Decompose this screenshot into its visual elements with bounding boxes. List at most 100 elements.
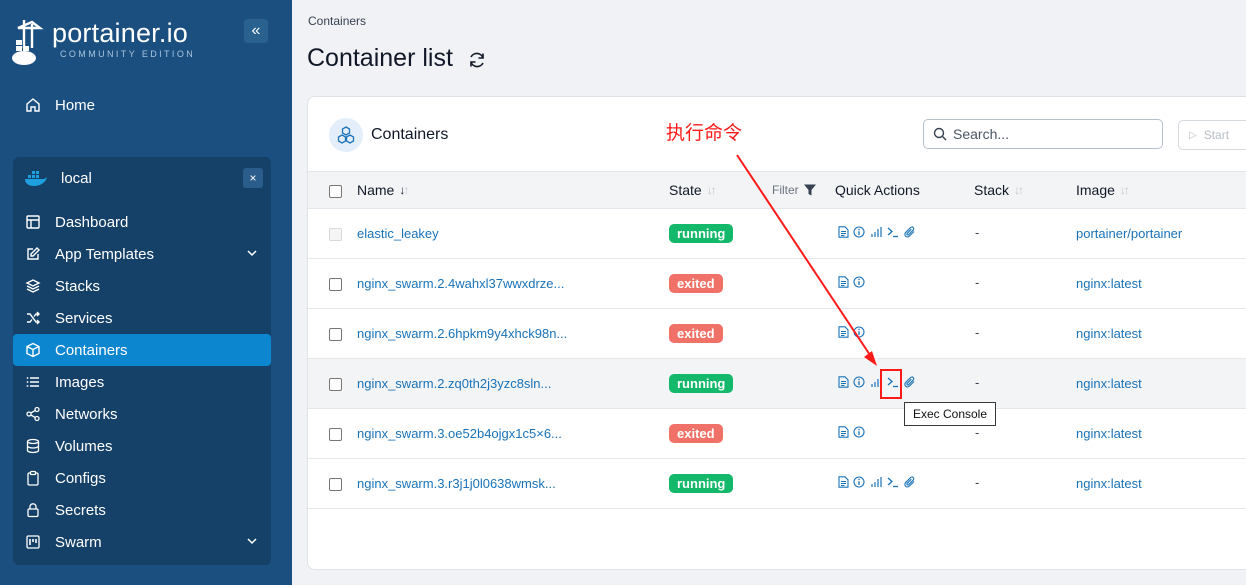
table-row[interactable]: nginx_swarm.3.r3j1j0l0638wmsk... running -… [308, 459, 1246, 509]
table-row[interactable]: nginx_swarm.3.oe52b4ojgx1c5×6... exited - n… [308, 409, 1246, 459]
column-header-image[interactable]: Image ↓↑ [1076, 182, 1130, 198]
sidebar-item-dashboard[interactable]: Dashboard [13, 206, 271, 238]
attach-icon[interactable] [903, 225, 917, 239]
sidebar-item-label: Home [55, 96, 96, 114]
search-box[interactable] [923, 119, 1163, 149]
start-button[interactable]: ▷ Start [1178, 120, 1246, 150]
sidebar-item-label: Secrets [55, 501, 106, 519]
image-link[interactable]: portainer/portainer [1076, 226, 1182, 241]
sidebar-item-label: Networks [55, 405, 118, 423]
sidebar-item-label: Images [55, 373, 105, 391]
logs-icon[interactable] [836, 425, 850, 439]
exec-console-icon[interactable] [886, 475, 900, 489]
container-name-link[interactable]: nginx_swarm.3.r3j1j0l0638wmsk... [357, 476, 556, 491]
logs-icon[interactable] [836, 325, 850, 339]
inspect-icon[interactable] [852, 275, 866, 289]
inspect-icon[interactable] [852, 325, 866, 339]
quick-actions [836, 425, 869, 439]
stack-value: - [975, 475, 980, 490]
table-header: Name ↓↑ State ↓↑ Filter Quick Actions St… [308, 171, 1246, 209]
row-checkbox[interactable] [329, 278, 342, 291]
sort-icon: ↓↑ [706, 183, 717, 197]
state-filter-button[interactable]: Filter [772, 183, 817, 197]
logs-icon[interactable] [836, 275, 850, 289]
column-header-name[interactable]: Name ↓↑ [357, 182, 409, 198]
refresh-icon[interactable] [467, 50, 487, 70]
logs-icon[interactable] [836, 225, 850, 239]
sidebar-item-configs[interactable]: Configs [13, 462, 271, 494]
stats-icon[interactable] [869, 475, 883, 489]
sidebar-item-label: Services [55, 309, 113, 327]
sort-icon: ↓↑ [1014, 183, 1024, 197]
quick-actions [836, 225, 917, 239]
container-name-link[interactable]: nginx_swarm.3.oe52b4ojgx1c5×6... [357, 426, 562, 441]
image-link[interactable]: nginx:latest [1076, 426, 1142, 441]
search-icon [933, 127, 947, 141]
collapse-sidebar-button[interactable]: « [244, 19, 268, 43]
exec-console-icon[interactable] [886, 225, 900, 239]
logs-icon[interactable] [836, 475, 850, 489]
sidebar-item-secrets[interactable]: Secrets [13, 494, 271, 526]
play-icon: ▷ [1189, 129, 1197, 141]
portainer-logo[interactable]: portainer.io COMMUNITY EDITION [10, 16, 210, 68]
row-checkbox[interactable] [329, 328, 342, 341]
image-link[interactable]: nginx:latest [1076, 376, 1142, 391]
share-icon [25, 406, 41, 422]
row-checkbox[interactable] [329, 428, 342, 441]
container-name-link[interactable]: elastic_leakey [357, 226, 439, 241]
table-row[interactable]: nginx_swarm.2.zq0th2j3yzc8sln... running -… [308, 359, 1246, 409]
row-checkbox[interactable] [329, 378, 342, 391]
container-name-link[interactable]: nginx_swarm.2.6hpkm9y4xhck98n... [357, 326, 567, 341]
inspect-icon[interactable] [852, 475, 866, 489]
column-header-state[interactable]: State ↓↑ [669, 182, 717, 198]
stats-icon[interactable] [869, 225, 883, 239]
column-header-stack[interactable]: Stack ↓↑ [974, 182, 1024, 198]
sidebar-item-home[interactable]: Home [14, 90, 271, 120]
containers-cubes-icon [329, 118, 363, 152]
start-label: Start [1203, 128, 1230, 142]
breadcrumb[interactable]: Containers [308, 14, 366, 28]
search-input[interactable] [953, 126, 1153, 142]
table-row[interactable]: elastic_leakey running - portainer/portaine… [308, 209, 1246, 259]
logs-icon[interactable] [836, 375, 850, 389]
container-name-link[interactable]: nginx_swarm.2.4wahxl37wwxdrze... [357, 276, 564, 291]
sidebar-item-volumes[interactable]: Volumes [13, 430, 271, 462]
status-badge: exited [669, 274, 723, 293]
select-all-checkbox[interactable] [329, 185, 342, 198]
inspect-icon[interactable] [852, 375, 866, 389]
attach-icon[interactable] [903, 375, 917, 389]
inspect-icon[interactable] [852, 225, 866, 239]
sidebar-item-swarm[interactable]: Swarm [13, 526, 271, 558]
chevron-down-icon [245, 246, 259, 260]
sidebar-item-networks[interactable]: Networks [13, 398, 271, 430]
column-label: Image [1076, 182, 1115, 198]
sidebar-item-services[interactable]: Services [13, 302, 271, 334]
sidebar-item-label: Dashboard [55, 213, 129, 231]
table-row[interactable]: nginx_swarm.2.4wahxl37wwxdrze... exited - n… [308, 259, 1246, 309]
containers-card: Containers 执行命令 ▷ Start Name ↓↑ State ↓↑… [307, 96, 1246, 570]
shuffle-icon [25, 310, 41, 326]
environment-name: local [61, 169, 92, 187]
sidebar-item-images[interactable]: Images [13, 366, 271, 398]
sidebar-item-stacks[interactable]: Stacks [13, 270, 271, 302]
exec-console-tooltip: Exec Console [904, 402, 996, 426]
table-row[interactable]: nginx_swarm.2.6hpkm9y4xhck98n... exited - n… [308, 309, 1246, 359]
container-name-link[interactable]: nginx_swarm.2.zq0th2j3yzc8sln... [357, 376, 551, 391]
sidebar-item-label: Configs [55, 469, 106, 487]
image-link[interactable]: nginx:latest [1076, 276, 1142, 291]
status-badge: exited [669, 324, 723, 343]
home-icon [25, 97, 41, 113]
logo-text: portainer.io [52, 18, 188, 48]
sidebar-item-label: Volumes [55, 437, 113, 455]
image-link[interactable]: nginx:latest [1076, 326, 1142, 341]
image-link[interactable]: nginx:latest [1076, 476, 1142, 491]
inspect-icon[interactable] [852, 425, 866, 439]
sidebar-item-app-templates[interactable]: App Templates [13, 238, 271, 270]
sidebar-item-containers[interactable]: Containers [13, 334, 271, 366]
row-checkbox[interactable] [329, 478, 342, 491]
stack-value: - [975, 225, 980, 240]
chevron-down-icon [245, 534, 259, 548]
attach-icon[interactable] [903, 475, 917, 489]
close-environment-button[interactable]: × [243, 168, 263, 188]
row-checkbox [329, 228, 342, 241]
